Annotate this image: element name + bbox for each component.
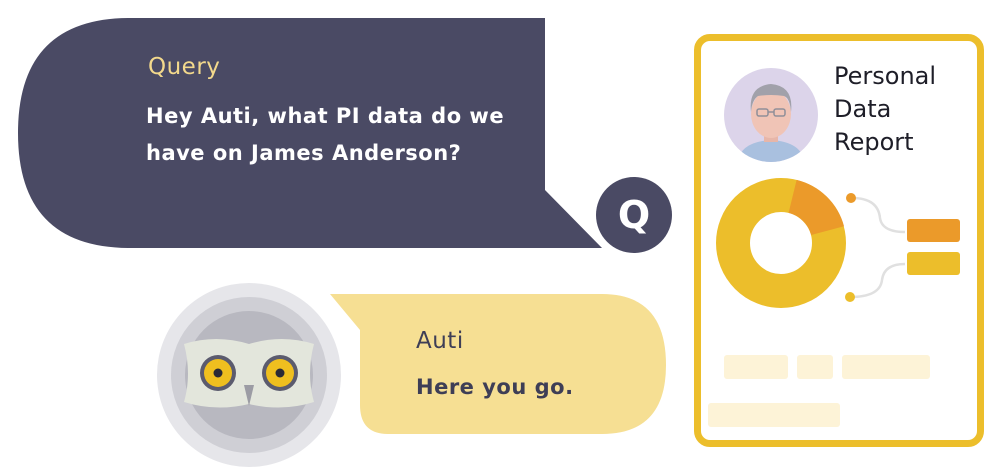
report-title-line-3: Report (834, 128, 914, 156)
assistant-message: Here you go. (416, 375, 574, 399)
report-title: Personal Data Report (834, 60, 936, 159)
connector-dot-top (846, 193, 856, 203)
assistant-name: Auti (416, 328, 464, 354)
query-label: Query (148, 54, 221, 80)
donut-chart-icon (716, 178, 960, 308)
report-title-line-1: Personal (834, 62, 937, 90)
owl-icon (157, 283, 341, 467)
legend-bar-orange (907, 219, 960, 242)
placeholder-bar (724, 355, 788, 379)
legend-bar-yellow (907, 252, 960, 275)
answer-bubble (330, 294, 666, 434)
placeholder-bar (842, 355, 930, 379)
placeholder-bar (708, 403, 840, 427)
query-message: Hey Auti, what PI data do we have on Jam… (146, 104, 505, 165)
report-title-line-2: Data (834, 95, 892, 123)
placeholder-bar (797, 355, 833, 379)
query-badge-icon: Q (596, 177, 672, 253)
connector-dot-bottom (845, 292, 855, 302)
person-avatar-icon (724, 68, 818, 162)
donut-accent-segment (787, 179, 845, 236)
